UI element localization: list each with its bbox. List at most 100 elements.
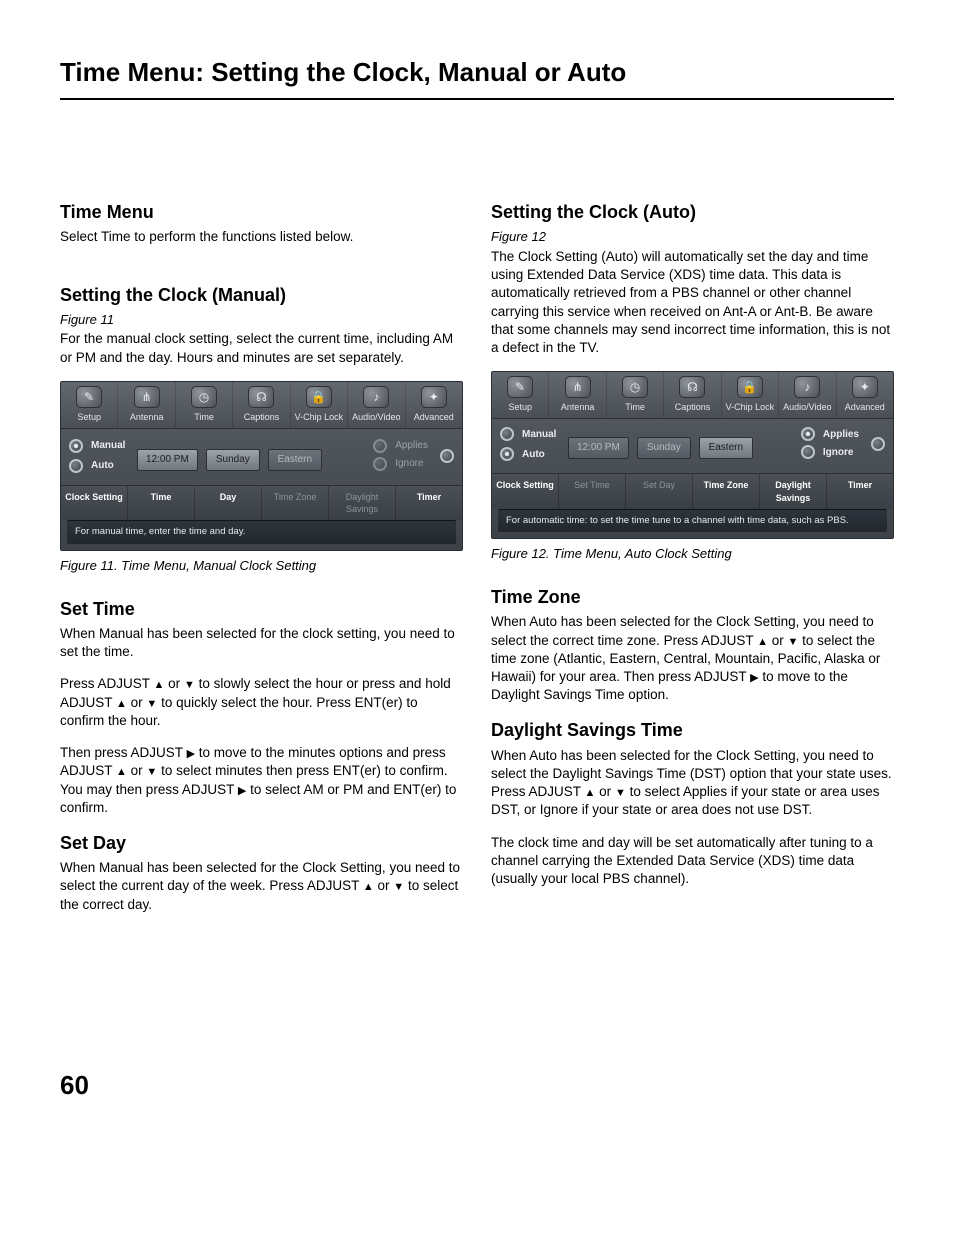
label-applies: Applies (823, 428, 859, 442)
up-arrow-icon: ▲ (154, 680, 165, 691)
hint-bar-fig11: For manual time, enter the time and day. (67, 520, 456, 544)
osd-tab-setup: ✎Setup (492, 372, 549, 418)
heading-set-day: Set Day (60, 831, 463, 855)
opt-dst: Daylight Savings (760, 474, 827, 508)
up-arrow-icon: ▲ (363, 882, 374, 893)
page-number: 60 (60, 1068, 894, 1103)
set-time-p3: Then press ADJUST ▶ to move to the minut… (60, 744, 463, 817)
dst-p1: When Auto has been selected for the Cloc… (491, 747, 894, 820)
osd-tab-antenna: ⋔Antenna (118, 382, 175, 428)
setup-icon: ✎ (76, 386, 102, 408)
osd-tab-audiovideo: ♪Audio/Video (779, 372, 836, 418)
figure-12-caption: Figure 12. Time Menu, Auto Clock Setting (491, 545, 894, 563)
set-time-p2: Press ADJUST ▲ or ▼ to slowly select the… (60, 675, 463, 730)
osd-tab-audiovideo: ♪Audio/Video (348, 382, 405, 428)
opt-timer: Timer (396, 486, 462, 520)
heading-auto-clock: Setting the Clock (Auto) (491, 200, 894, 224)
radio-manual (69, 439, 83, 453)
osd-tab-setup: ✎Setup (61, 382, 118, 428)
down-arrow-icon: ▼ (615, 788, 626, 799)
radio-timer (440, 449, 454, 463)
lock-icon: 🔒 (306, 386, 332, 408)
opt-day: Day (195, 486, 262, 520)
down-arrow-icon: ▼ (393, 882, 404, 893)
value-day: Sunday (637, 437, 691, 459)
antenna-icon: ⋔ (565, 376, 591, 398)
radio-ignore (373, 457, 387, 471)
radio-manual (500, 427, 514, 441)
figure-12-osd: ✎Setup ⋔Antenna ◷Time ☊Captions 🔒V-Chip … (491, 371, 894, 539)
time-menu-intro: Select Time to perform the functions lis… (60, 228, 463, 246)
value-timezone: Eastern (699, 437, 753, 459)
label-applies: Applies (395, 439, 428, 453)
time-zone-p1: When Auto has been selected for the Cloc… (491, 613, 894, 704)
label-ignore: Ignore (395, 457, 423, 471)
setup-icon: ✎ (507, 376, 533, 398)
figure-12-ref: Figure 12 (491, 228, 894, 246)
radio-auto (69, 459, 83, 473)
value-time: 12:00 PM (568, 437, 629, 459)
set-time-p1: When Manual has been selected for the cl… (60, 625, 463, 661)
value-day: Sunday (206, 449, 260, 471)
value-timezone: Eastern (268, 449, 322, 471)
clock-icon: ◷ (191, 386, 217, 408)
figure-11-ref: Figure 11 (60, 311, 463, 329)
captions-icon: ☊ (679, 376, 705, 398)
opt-timer: Timer (827, 474, 893, 508)
radio-auto (500, 447, 514, 461)
lock-icon: 🔒 (737, 376, 763, 398)
captions-icon: ☊ (248, 386, 274, 408)
audiovideo-icon: ♪ (794, 376, 820, 398)
radio-timer (871, 437, 885, 451)
page-title: Time Menu: Setting the Clock, Manual or … (60, 55, 894, 90)
osd-tab-time: ◷Time (607, 372, 664, 418)
antenna-icon: ⋔ (134, 386, 160, 408)
up-arrow-icon: ▲ (757, 637, 768, 648)
osd-tab-captions: ☊Captions (664, 372, 721, 418)
osd-tab-time: ◷Time (176, 382, 233, 428)
osd-tab-advanced: ✦Advanced (406, 382, 462, 428)
heading-time-menu: Time Menu (60, 200, 463, 224)
set-day-p1: When Manual has been selected for the Cl… (60, 859, 463, 914)
radio-applies (373, 439, 387, 453)
opt-set-day: Set Day (626, 474, 693, 508)
opt-set-time: Set Time (559, 474, 626, 508)
label-auto: Auto (91, 459, 114, 473)
left-column: Time Menu Select Time to perform the fun… (60, 200, 463, 928)
radio-applies (801, 427, 815, 441)
right-arrow-icon: ▶ (187, 749, 195, 760)
audiovideo-icon: ♪ (363, 386, 389, 408)
advanced-icon: ✦ (421, 386, 447, 408)
label-ignore: Ignore (823, 446, 854, 460)
down-arrow-icon: ▼ (146, 767, 157, 778)
opt-time-zone: Time Zone (262, 486, 329, 520)
down-arrow-icon: ▼ (184, 680, 195, 691)
osd-tab-captions: ☊Captions (233, 382, 290, 428)
opt-time: Time (128, 486, 195, 520)
auto-clock-desc: The Clock Setting (Auto) will automatica… (491, 248, 894, 357)
label-manual: Manual (91, 439, 125, 453)
opt-clock-setting: Clock Setting (61, 486, 128, 520)
heading-dst: Daylight Savings Time (491, 718, 894, 742)
osd-tab-antenna: ⋔Antenna (549, 372, 606, 418)
label-auto: Auto (522, 448, 545, 462)
heading-manual-clock: Setting the Clock (Manual) (60, 283, 463, 307)
osd-tab-vchip: 🔒V-Chip Lock (722, 372, 779, 418)
osd-tab-vchip: 🔒V-Chip Lock (291, 382, 348, 428)
heading-set-time: Set Time (60, 597, 463, 621)
clock-icon: ◷ (622, 376, 648, 398)
up-arrow-icon: ▲ (116, 767, 127, 778)
opt-clock-setting: Clock Setting (492, 474, 559, 508)
dst-p2: The clock time and day will be set autom… (491, 834, 894, 889)
figure-11-caption: Figure 11. Time Menu, Manual Clock Setti… (60, 557, 463, 575)
value-time: 12:00 PM (137, 449, 198, 471)
manual-clock-desc: For the manual clock setting, select the… (60, 330, 463, 366)
radio-ignore (801, 445, 815, 459)
right-arrow-icon: ▶ (750, 673, 758, 684)
label-manual: Manual (522, 428, 556, 442)
hint-bar-fig12: For automatic time: to set the time tune… (498, 509, 887, 533)
osd-tab-advanced: ✦Advanced (837, 372, 893, 418)
up-arrow-icon: ▲ (585, 788, 596, 799)
right-column: Setting the Clock (Auto) Figure 12 The C… (491, 200, 894, 928)
opt-time-zone: Time Zone (693, 474, 760, 508)
